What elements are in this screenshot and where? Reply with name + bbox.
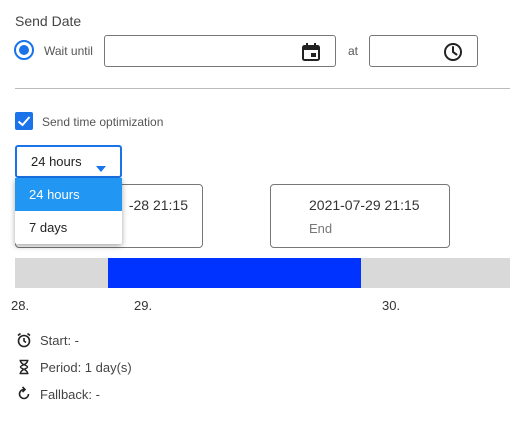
time-input[interactable] xyxy=(369,35,478,67)
radio-selected-dot xyxy=(19,45,29,55)
dropdown-option-24-hours[interactable]: 24 hours xyxy=(15,178,122,211)
start-datetime: -28 21:15 xyxy=(128,197,188,213)
summary-period-row: Period: 1 day(s) xyxy=(15,358,132,376)
refresh-icon xyxy=(15,385,33,403)
timeline-range-fill[interactable] xyxy=(108,258,361,288)
caret-down-icon xyxy=(96,159,106,177)
wait-until-label: Wait until xyxy=(44,44,93,58)
summary-start-row: Start: - xyxy=(15,331,79,349)
end-date-box[interactable]: 2021-07-29 21:15 End xyxy=(270,184,450,248)
wait-until-radio[interactable] xyxy=(14,40,34,60)
timeline-tick-29: 29. xyxy=(134,298,153,313)
dropdown-option-7-days[interactable]: 7 days xyxy=(15,211,122,244)
period-select-value: 24 hours xyxy=(31,154,82,169)
clock-icon[interactable] xyxy=(443,42,463,67)
hourglass-icon xyxy=(15,358,33,376)
divider xyxy=(15,88,510,89)
send-date-panel: Send Date Wait until at Send time optimi… xyxy=(0,0,525,421)
timeline-tick-28: 28. xyxy=(11,298,30,313)
date-input[interactable] xyxy=(104,35,336,67)
summary-period-text: Period: 1 day(s) xyxy=(40,359,132,375)
summary-start-text: Start: - xyxy=(40,332,80,348)
section-title: Send Date xyxy=(15,13,82,29)
end-label: End xyxy=(309,221,333,236)
send-time-optimization-checkbox[interactable] xyxy=(15,112,33,130)
summary-fallback-row: Fallback: - xyxy=(15,385,100,403)
check-icon xyxy=(17,116,31,127)
timeline-tick-30: 30. xyxy=(382,298,401,313)
end-datetime: 2021-07-29 21:15 xyxy=(309,197,420,213)
period-dropdown-menu: 24 hours 7 days xyxy=(15,178,122,244)
calendar-icon[interactable] xyxy=(301,42,321,67)
summary-fallback-text: Fallback: - xyxy=(40,386,100,402)
alarm-clock-icon xyxy=(15,331,33,349)
period-select[interactable]: 24 hours xyxy=(15,145,122,178)
send-time-optimization-label: Send time optimization xyxy=(42,115,164,129)
at-label: at xyxy=(348,44,359,58)
